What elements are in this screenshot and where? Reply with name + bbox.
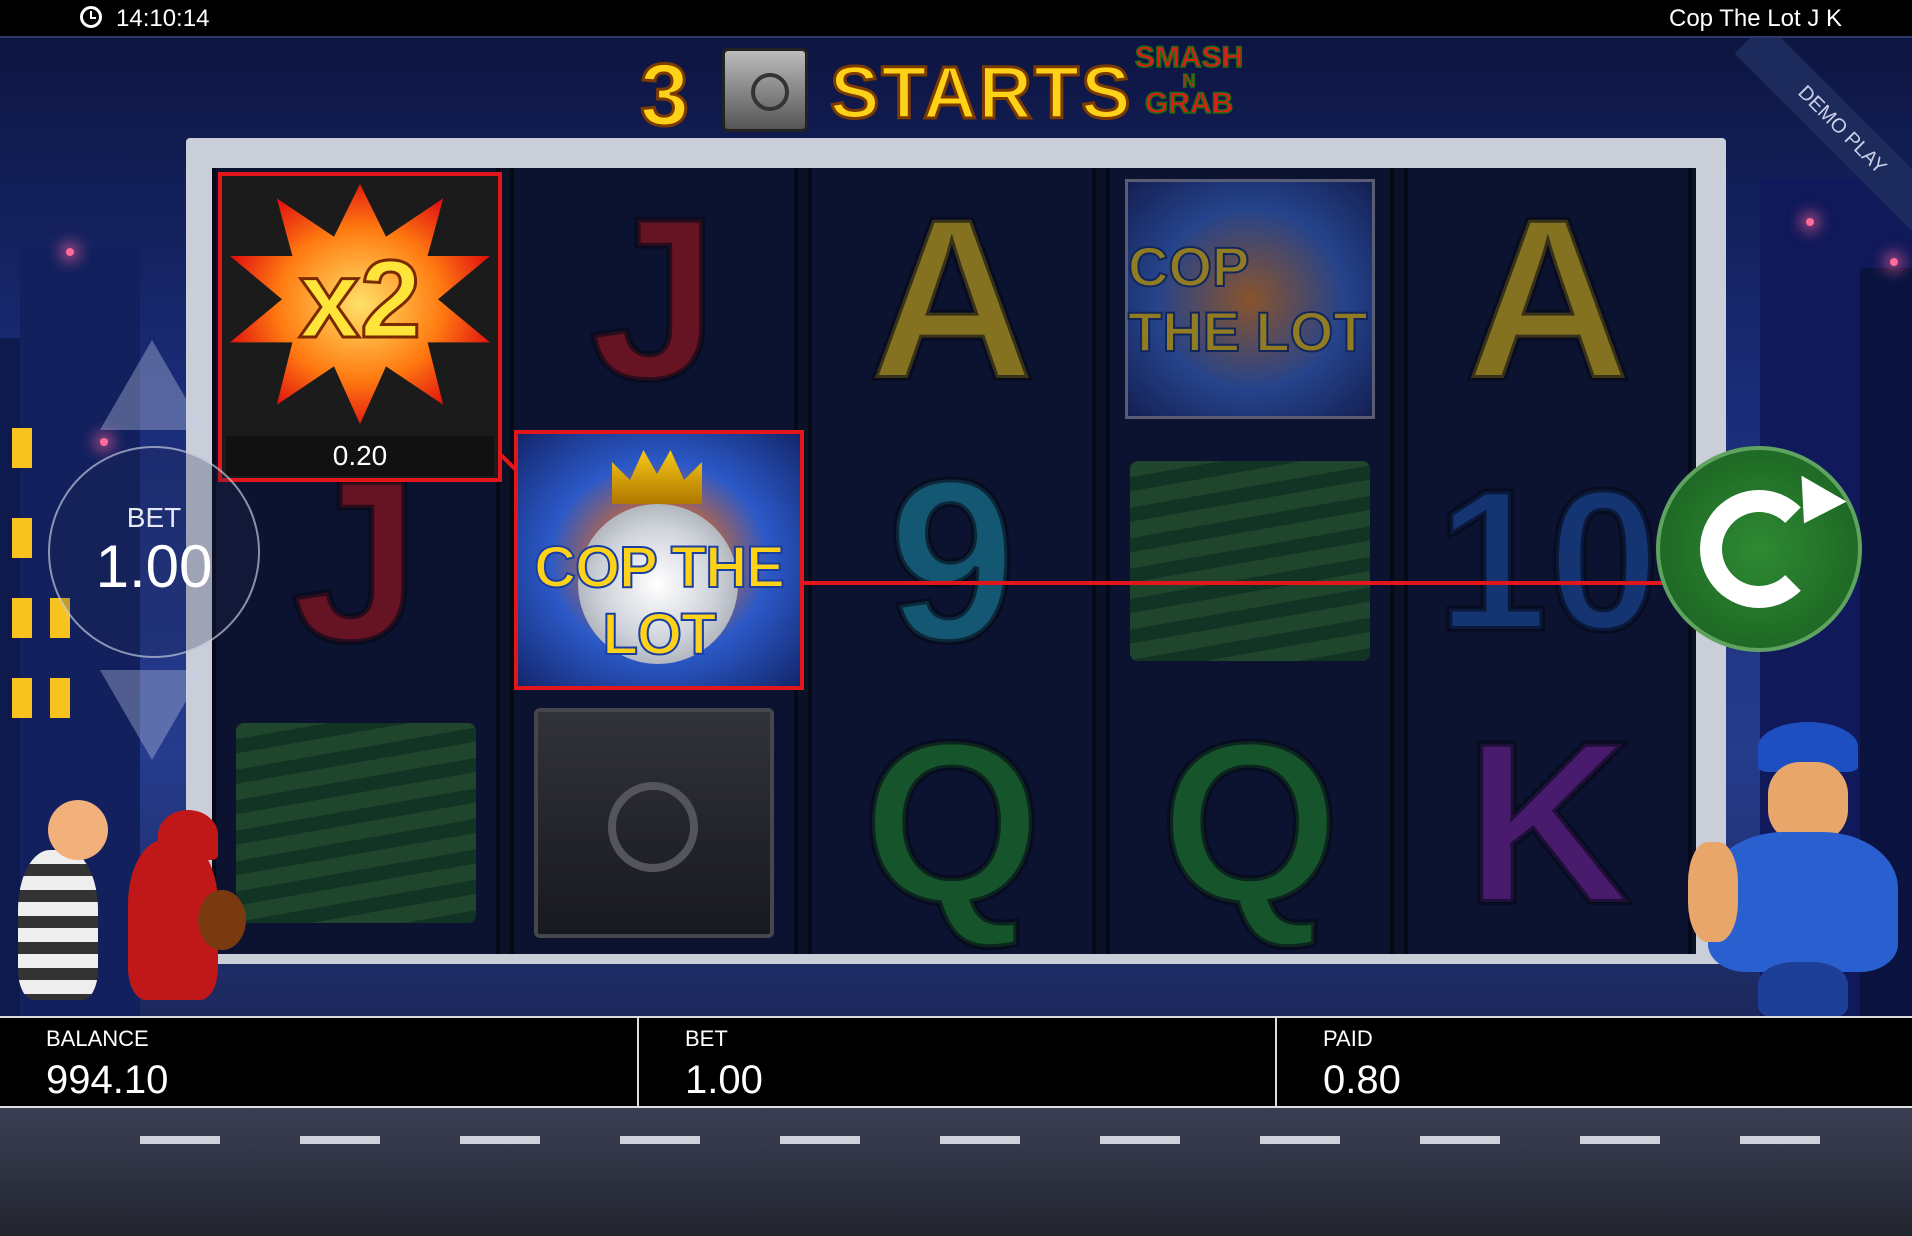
police-officer-character bbox=[1688, 722, 1908, 1018]
reel-4: COP THE LOT Q bbox=[1106, 168, 1394, 954]
info-bar: BALANCE 994.10 BET 1.00 PAID 0.80 bbox=[0, 1016, 1912, 1108]
banner-word: STARTS bbox=[829, 50, 1133, 136]
win-line bbox=[804, 581, 1664, 585]
reel-symbol: 10 bbox=[1434, 449, 1662, 672]
reel-symbol: Q bbox=[1158, 694, 1343, 951]
reel-symbol-cash bbox=[216, 692, 496, 954]
multiplier-symbol-highlight: x2 0.20 bbox=[218, 172, 502, 482]
bet-panel: BET 1.00 bbox=[639, 1018, 1277, 1106]
bet-display[interactable]: BET 1.00 bbox=[48, 446, 260, 658]
balance-value: 994.10 bbox=[46, 1058, 169, 1102]
banner-number: 3 bbox=[639, 44, 691, 146]
reel-symbol-cash bbox=[1110, 430, 1390, 692]
multiplier-win-value: 0.20 bbox=[226, 436, 494, 476]
cash-stack-icon bbox=[1130, 461, 1370, 661]
cop-the-lot-symbol-highlight: COP THE LOT bbox=[514, 430, 804, 690]
robber-characters bbox=[8, 800, 246, 1014]
clock-icon bbox=[80, 6, 102, 28]
feature-banner: 3 STARTS SMASH N GRAB bbox=[639, 42, 1244, 146]
reel-symbol: A bbox=[866, 170, 1038, 427]
reel-3: A 9 Q bbox=[808, 168, 1096, 954]
balance-panel: BALANCE 994.10 bbox=[0, 1018, 638, 1106]
cash-stack-icon bbox=[236, 723, 476, 923]
paid-panel: PAID 0.80 bbox=[1277, 1018, 1912, 1106]
balance-label: BALANCE bbox=[46, 1026, 149, 1051]
reel-symbol: J bbox=[587, 170, 721, 427]
multiplier-label: x2 bbox=[297, 237, 422, 363]
paid-value: 0.80 bbox=[1323, 1058, 1401, 1102]
reel-5: A 10 K bbox=[1404, 168, 1692, 954]
clock-time: 14:10:14 bbox=[116, 5, 210, 32]
safe-symbol-icon bbox=[534, 708, 774, 938]
spin-button[interactable] bbox=[1656, 446, 1862, 652]
reel-symbol: Q bbox=[860, 694, 1045, 951]
bet-decrease-button[interactable] bbox=[100, 670, 204, 760]
bet-value: 1.00 bbox=[95, 533, 213, 600]
bet-label: BET bbox=[126, 502, 182, 533]
reel-symbol: 9 bbox=[885, 432, 1019, 689]
safe-icon bbox=[722, 48, 808, 132]
reel-symbol-cop-logo: COP THE LOT bbox=[1110, 168, 1390, 430]
cop-the-lot-logo: COP THE LOT bbox=[533, 534, 786, 668]
bet-increase-button[interactable] bbox=[100, 340, 204, 430]
status-bar: 14:10:14 Cop The Lot J K bbox=[0, 0, 1912, 38]
crown-icon bbox=[612, 450, 702, 504]
game-title: Cop The Lot J K bbox=[1669, 5, 1842, 32]
reel-symbol-safe bbox=[514, 692, 794, 954]
paid-label: PAID bbox=[1323, 1026, 1373, 1051]
bet-label: BET bbox=[685, 1026, 728, 1051]
smash-n-grab-logo: SMASH N GRAB bbox=[1134, 41, 1244, 120]
reel-symbol: A bbox=[1462, 170, 1634, 427]
bet-value: 1.00 bbox=[685, 1058, 763, 1102]
street bbox=[0, 1108, 1912, 1236]
reel-symbol: K bbox=[1462, 694, 1634, 951]
